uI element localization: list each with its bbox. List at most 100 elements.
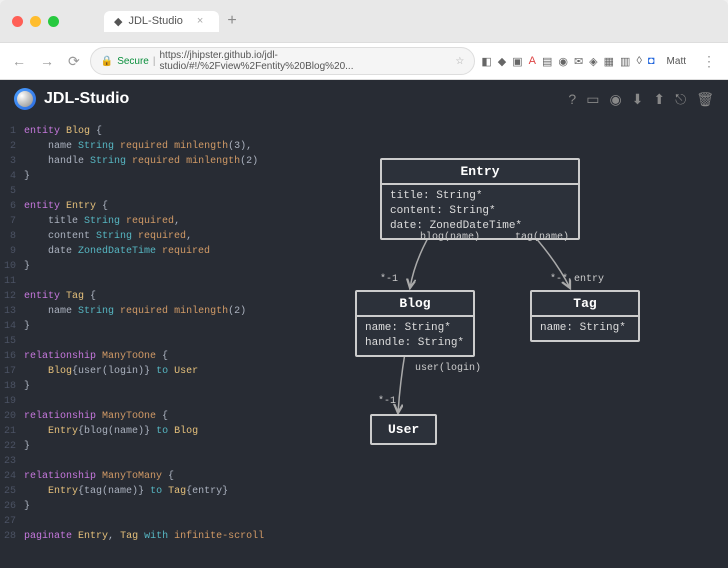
close-window-icon[interactable] [12, 16, 23, 27]
entity-user[interactable]: User [370, 414, 437, 445]
minimize-window-icon[interactable] [30, 16, 41, 27]
ext-icon[interactable]: ▣ [512, 55, 522, 68]
code-line[interactable]: 12entity Tag { [0, 289, 320, 304]
download-icon[interactable]: ⬇ [632, 91, 644, 108]
ext-icon[interactable]: ✉ [574, 55, 583, 68]
upload-icon[interactable]: ⬆ [653, 91, 665, 108]
help-icon[interactable]: ? [568, 91, 576, 108]
code-editor[interactable]: 1entity Blog {2 name String required min… [0, 118, 320, 568]
line-number: 3 [0, 154, 24, 169]
code-content: handle String required minlength(2) [24, 154, 320, 169]
trash-icon[interactable]: 🗑 [696, 91, 714, 108]
ext-icon[interactable]: A [529, 55, 536, 68]
code-line[interactable]: 2 name String required minlength(3), [0, 139, 320, 154]
ext-icon[interactable]: ◧ [481, 55, 491, 68]
code-line[interactable]: 28paginate Entry, Tag with infinite-scro… [0, 529, 320, 544]
code-line[interactable]: 5 [0, 184, 320, 199]
code-line[interactable]: 20relationship ManyToOne { [0, 409, 320, 424]
line-number: 4 [0, 169, 24, 184]
code-line[interactable]: 1entity Blog { [0, 124, 320, 139]
code-line[interactable]: 8 content String required, [0, 229, 320, 244]
address-bar[interactable]: 🔒 Secure | https://jhipster.github.io/jd… [90, 47, 476, 75]
close-tab-icon[interactable]: × [197, 15, 203, 27]
ext-icon[interactable]: ▦ [604, 55, 614, 68]
ext-icon[interactable]: ◘ [648, 55, 655, 68]
diagram-panel[interactable]: Entry title: String*content: String*date… [320, 118, 728, 568]
ext-icon[interactable]: ◈ [589, 55, 597, 68]
ext-icon[interactable]: ▥ [620, 55, 630, 68]
code-line[interactable]: 14} [0, 319, 320, 334]
url-text: https://jhipster.github.io/jdl-studio/#!… [159, 50, 451, 72]
code-line[interactable]: 15 [0, 334, 320, 349]
entity-blog[interactable]: Blog name: String*handle: String* [355, 290, 475, 357]
forward-button[interactable]: → [36, 53, 58, 69]
line-number: 12 [0, 289, 24, 304]
edge-card-user: *-1 [378, 396, 396, 407]
ext-icon[interactable]: ◉ [558, 55, 568, 68]
code-line[interactable]: 9 date ZonedDateTime required [0, 244, 320, 259]
code-line[interactable]: 7 title String required, [0, 214, 320, 229]
camera-icon[interactable]: ◉ [609, 91, 621, 108]
code-line[interactable]: 19 [0, 394, 320, 409]
line-number: 17 [0, 364, 24, 379]
code-line[interactable]: 6entity Entry { [0, 199, 320, 214]
line-number: 8 [0, 229, 24, 244]
bookmark-icon[interactable]: ☆ [455, 56, 464, 67]
code-line[interactable]: 3 handle String required minlength(2) [0, 154, 320, 169]
ext-icon[interactable]: ◊ [636, 55, 641, 68]
code-content: entity Blog { [24, 124, 320, 139]
lock-icon: 🔒 [101, 56, 113, 67]
code-line[interactable]: 16relationship ManyToOne { [0, 349, 320, 364]
line-number: 28 [0, 529, 24, 544]
code-content: paginate Entry, Tag with infinite-scroll [24, 529, 320, 544]
code-line[interactable]: 25 Entry{tag(name)} to Tag{entry} [0, 484, 320, 499]
entity-entry[interactable]: Entry title: String*content: String*date… [380, 158, 580, 240]
code-content: } [24, 379, 320, 394]
device-icon[interactable]: ▭ [586, 91, 599, 108]
line-number: 6 [0, 199, 24, 214]
tab-bar: ◆ JDL-Studio × + [96, 8, 253, 34]
entity-field: name: String* [540, 321, 630, 336]
menu-icon[interactable]: ⋮ [698, 53, 720, 70]
code-line[interactable]: 21 Entry{blog(name)} to Blog [0, 424, 320, 439]
line-number: 9 [0, 244, 24, 259]
code-content: content String required, [24, 229, 320, 244]
code-line[interactable]: 23 [0, 454, 320, 469]
code-line[interactable]: 24relationship ManyToMany { [0, 469, 320, 484]
code-content: name String required minlength(3), [24, 139, 320, 154]
code-line[interactable]: 22} [0, 439, 320, 454]
app-container: JDL-Studio ? ▭ ◉ ⬇ ⬆ ⎋ 🗑 1entity Blog {2… [0, 80, 728, 568]
edge-label-blog: blog(name) [420, 232, 480, 243]
code-content: Entry{blog(name)} to Blog [24, 424, 320, 439]
code-line[interactable]: 27 [0, 514, 320, 529]
browser-tab[interactable]: ◆ JDL-Studio × [104, 11, 219, 32]
line-number: 25 [0, 484, 24, 499]
line-number: 13 [0, 304, 24, 319]
reload-button[interactable]: ⟳ [64, 53, 84, 70]
profile-name[interactable]: Matt [661, 56, 692, 67]
ext-icon[interactable]: ▤ [542, 55, 552, 68]
line-number: 22 [0, 439, 24, 454]
code-content [24, 454, 320, 469]
entity-blog-fields: name: String*handle: String* [357, 317, 473, 355]
code-content [24, 394, 320, 409]
maximize-window-icon[interactable] [48, 16, 59, 27]
code-line[interactable]: 17 Blog{user(login)} to User [0, 364, 320, 379]
code-line[interactable]: 26} [0, 499, 320, 514]
browser-chrome: ◆ JDL-Studio × + ← → ⟳ 🔒 Secure | https:… [0, 0, 728, 80]
line-number: 24 [0, 469, 24, 484]
share-icon[interactable]: ⎋ [675, 91, 686, 108]
new-tab-button[interactable]: + [219, 8, 244, 34]
code-line[interactable]: 4} [0, 169, 320, 184]
line-number: 14 [0, 319, 24, 334]
ext-icon[interactable]: ◆ [498, 55, 506, 68]
edge-card-tag: *-* entry [550, 274, 604, 285]
code-line[interactable]: 13 name String required minlength(2) [0, 304, 320, 319]
code-line[interactable]: 18} [0, 379, 320, 394]
back-button[interactable]: ← [8, 53, 30, 69]
code-line[interactable]: 11 [0, 274, 320, 289]
code-line[interactable]: 10} [0, 259, 320, 274]
jdl-logo-icon [14, 88, 36, 110]
entity-tag[interactable]: Tag name: String* [530, 290, 640, 342]
app-header: JDL-Studio ? ▭ ◉ ⬇ ⬆ ⎋ 🗑 [0, 80, 728, 118]
